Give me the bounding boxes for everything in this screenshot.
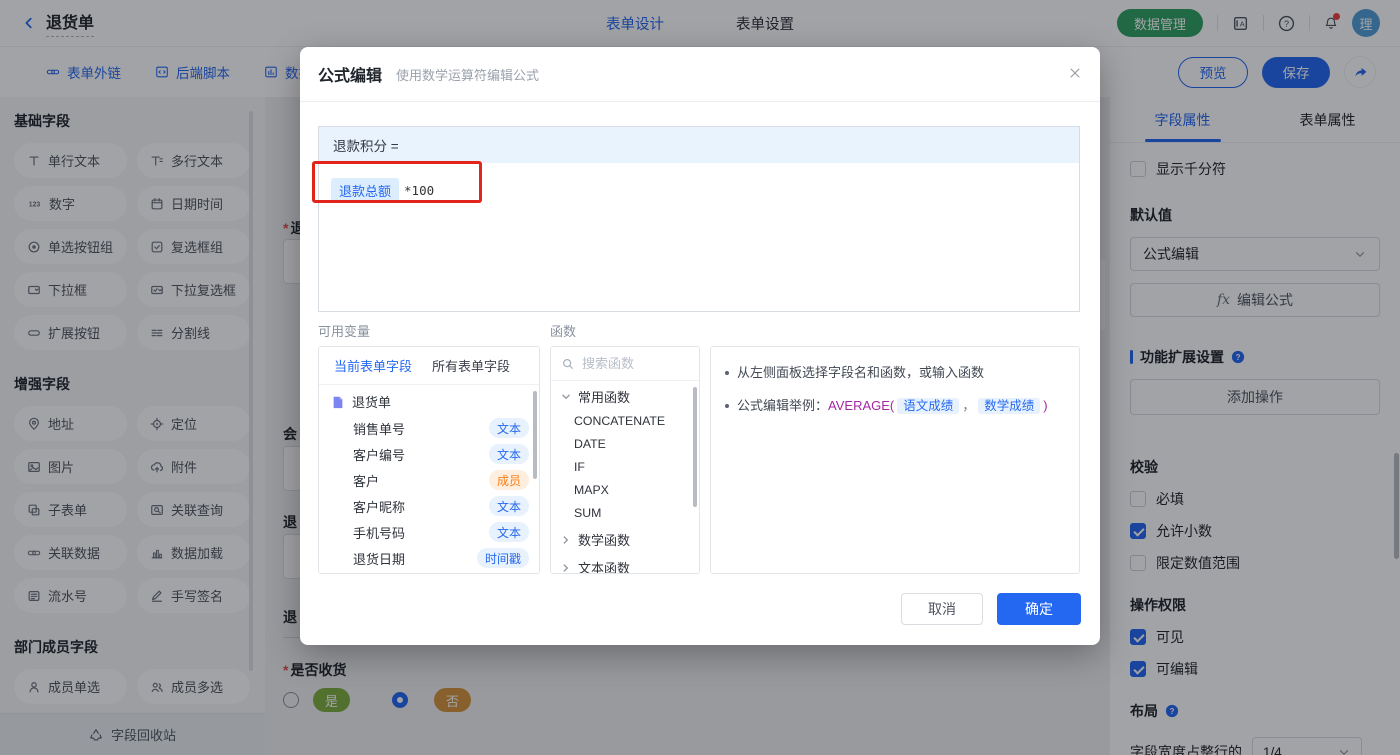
variable-name: 客户昵称 [353, 499, 406, 515]
caret-right-icon [559, 561, 573, 574]
variable-row[interactable]: 销售单号 文本 [319, 415, 539, 441]
formula-target: 退款积分 = [319, 127, 1079, 163]
variable-row[interactable]: 客户编号 文本 [319, 441, 539, 467]
functions-scrollbar[interactable] [693, 387, 697, 507]
functions-caption: 函数 [550, 324, 577, 339]
cancel-button[interactable]: 取消 [901, 593, 983, 625]
search-icon [561, 357, 575, 371]
caret-right-icon [559, 533, 573, 547]
example-function-name: AVERAGE( [828, 398, 895, 413]
variable-row[interactable]: 退货日期 时间戳 [319, 545, 539, 571]
modal-title: 公式编辑 [318, 68, 383, 85]
function-item[interactable]: IF [551, 455, 699, 478]
variables-scrollbar[interactable] [533, 391, 537, 479]
variable-row[interactable]: 客户 成员 [319, 467, 539, 493]
variable-name: 手机号码 [353, 525, 406, 541]
function-item[interactable]: MAPX [551, 478, 699, 501]
variable-name: 客户编号 [353, 447, 406, 463]
caret-down-icon [559, 390, 573, 404]
formula-edit-modal: 公式编辑 使用数学运算符编辑公式 退款积分 = 退款总额 *100 可用变量 函… [300, 47, 1100, 645]
function-item[interactable]: SUM [551, 501, 699, 524]
function-item[interactable]: DATE [551, 432, 699, 455]
variable-type-badge: 时间戳 [476, 548, 529, 568]
formula-expression: *100 [404, 183, 435, 198]
tab-all-form-fields[interactable]: 所有表单字段 [432, 356, 510, 375]
functions-panel: 常用函数 CONCATENATE DATE IF MAPX SUM 数学函数 [550, 346, 700, 574]
variable-type-badge: 文本 [488, 522, 529, 542]
variable-type-badge: 成员 [488, 470, 529, 490]
formula-editor[interactable]: 退款积分 = 退款总额 *100 [318, 126, 1080, 312]
modal-subtitle: 使用数学运算符编辑公式 [396, 67, 540, 83]
function-item[interactable]: CONCATENATE [551, 409, 699, 432]
function-search-input[interactable] [582, 356, 682, 371]
function-group-text[interactable]: 文本函数 [551, 552, 699, 574]
function-group-math[interactable]: 数学函数 [551, 524, 699, 552]
help-tip-1: 从左侧面板选择字段名和函数，或输入函数 [725, 363, 1065, 383]
variable-row[interactable]: 手机号码 文本 [319, 519, 539, 545]
function-search [551, 347, 699, 381]
variable-name: 销售单号 [353, 421, 406, 437]
app-window: 退货单 表单设计 表单设置 数据管理 A ? 理 表单外链 后端脚本 预览 保存… [0, 0, 1400, 755]
function-list: CONCATENATE DATE IF MAPX SUM [551, 409, 699, 524]
close-icon[interactable] [1068, 66, 1082, 80]
formula-field-token[interactable]: 退款总额 [331, 178, 400, 203]
file-icon [331, 395, 345, 409]
tab-current-form-fields[interactable]: 当前表单字段 [334, 356, 412, 375]
help-tip-2: 公式编辑举例：AVERAGE(语文成绩，数学成绩) [725, 396, 1065, 416]
variable-row[interactable]: 客户昵称 文本 [319, 493, 539, 519]
variable-name: 退货日期 [353, 551, 406, 567]
function-group-common[interactable]: 常用函数 [551, 381, 699, 409]
variables-caption: 可用变量 [318, 324, 371, 339]
variable-list: 销售单号 文本 客户编号 文本 客户 成员 客户昵称 文本 手机号码 文本 退货… [319, 415, 539, 571]
confirm-button[interactable]: 确定 [997, 593, 1081, 625]
example-arg-2: 数学成绩 [978, 398, 1041, 414]
form-tree-root[interactable]: 退货单 [319, 385, 539, 415]
variable-name: 客户 [353, 473, 380, 489]
variable-type-badge: 文本 [488, 496, 529, 516]
variable-type-badge: 文本 [488, 444, 529, 464]
example-arg-1: 语文成绩 [897, 398, 960, 414]
variable-type-badge: 文本 [488, 418, 529, 438]
help-panel: 从左侧面板选择字段名和函数，或输入函数 公式编辑举例：AVERAGE(语文成绩，… [710, 346, 1080, 574]
variables-panel: 当前表单字段 所有表单字段 退货单 销售单号 文本 客户编号 文本 客户 成员 … [318, 346, 540, 574]
